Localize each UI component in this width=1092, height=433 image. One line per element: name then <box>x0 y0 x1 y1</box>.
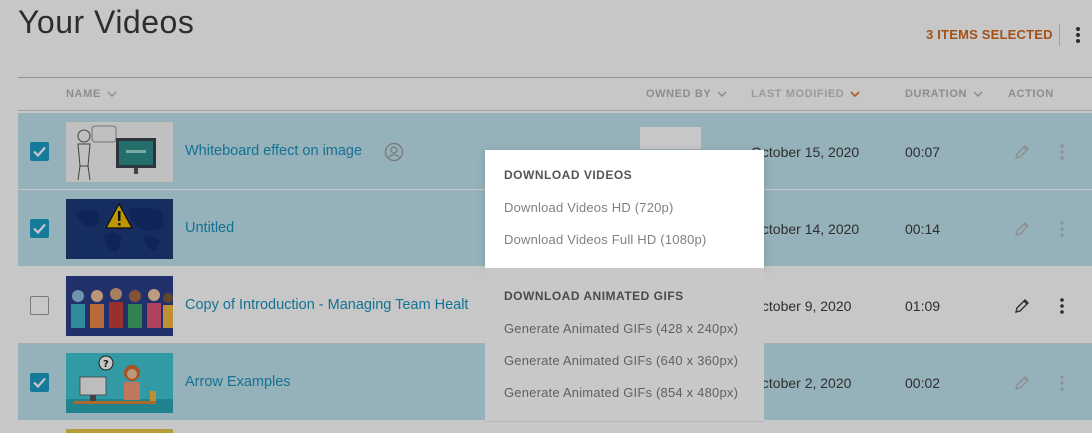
download-videos-heading: DOWNLOAD VIDEOS <box>504 168 633 182</box>
gif-854-item[interactable]: Generate Animated GIFs (854 x 480px) <box>504 385 738 400</box>
download-gifs-section: DOWNLOAD ANIMATED GIFS Generate Animated… <box>485 268 764 433</box>
gif-428-item[interactable]: Generate Animated GIFs (428 x 240px) <box>504 321 738 336</box>
menu-divider <box>485 421 764 422</box>
download-full-hd-1080-item[interactable]: Download Videos Full HD (1080p) <box>504 232 707 247</box>
download-gifs-heading: DOWNLOAD ANIMATED GIFS <box>504 289 684 303</box>
gif-640-item[interactable]: Generate Animated GIFs (640 x 360px) <box>504 353 738 368</box>
download-menu: DOWNLOAD VIDEOS Download Videos HD (720p… <box>485 150 764 433</box>
download-videos-section: DOWNLOAD VIDEOS Download Videos HD (720p… <box>485 150 764 268</box>
download-hd-720-item[interactable]: Download Videos HD (720p) <box>504 200 674 215</box>
